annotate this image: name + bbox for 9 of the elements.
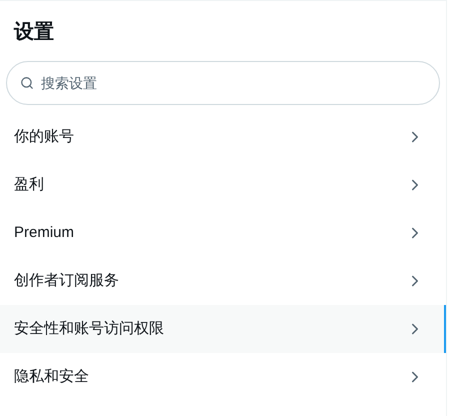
menu-item[interactable]: 安全性和账号访问权限 (0, 305, 446, 353)
menu-item[interactable]: Premium (0, 209, 446, 257)
menu-item[interactable]: 盈利 (0, 161, 446, 209)
search-field[interactable]: 搜索设置 (6, 61, 440, 105)
page-title: 设置 (14, 21, 54, 43)
menu-item[interactable]: 隐私和安全 (0, 353, 446, 401)
menu-item[interactable]: 你的账号 (0, 113, 446, 161)
menu-item[interactable]: 创作者订阅服务 (0, 257, 446, 305)
search-icon (20, 76, 34, 90)
